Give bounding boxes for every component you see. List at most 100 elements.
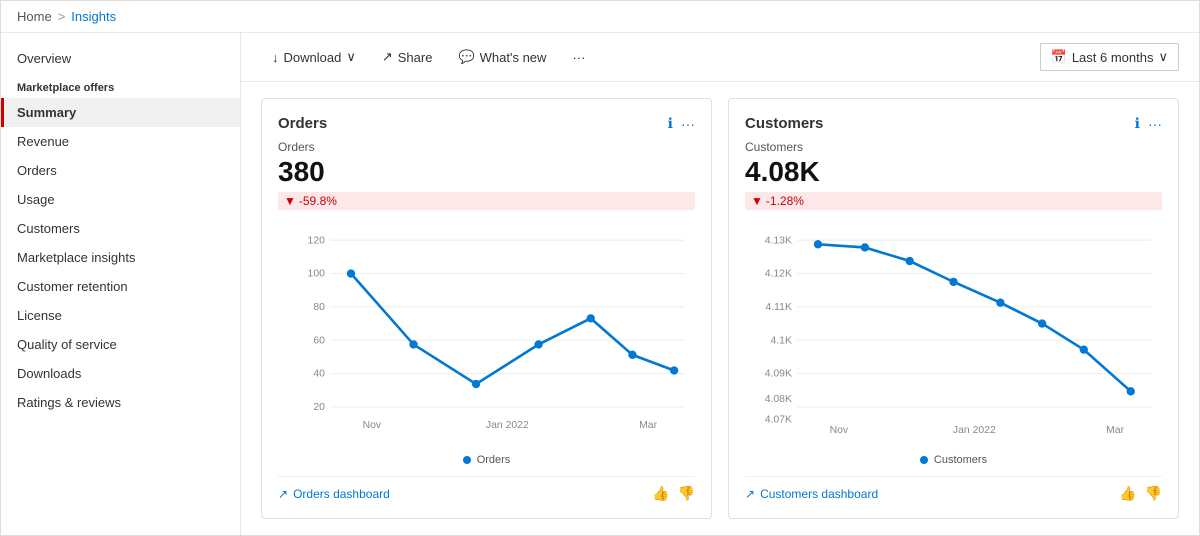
svg-text:100: 100 xyxy=(308,269,326,280)
customers-change-icon: ▼ xyxy=(751,194,763,208)
orders-info-button[interactable]: ℹ xyxy=(668,115,673,132)
whats-new-label: What's new xyxy=(480,50,547,65)
chevron-down-icon: ∨ xyxy=(346,49,356,65)
date-range-chevron-icon: ∨ xyxy=(1158,49,1168,65)
share-icon: ↗ xyxy=(382,49,393,65)
customers-change-value: -1.28% xyxy=(766,194,804,208)
svg-text:4.09K: 4.09K xyxy=(765,369,792,380)
svg-text:4.13K: 4.13K xyxy=(765,235,792,246)
svg-text:4.1K: 4.1K xyxy=(770,335,791,346)
sidebar-section-label: Marketplace offers xyxy=(1,72,240,98)
more-icon: ··· xyxy=(572,50,585,65)
customers-metric-value: 4.08K xyxy=(745,156,1162,188)
orders-trend-icon: ↗ xyxy=(278,487,288,501)
customers-card-actions: ℹ ··· xyxy=(1135,115,1162,132)
customers-card: Customers ℹ ··· Customers 4.08K ▼ -1.28% xyxy=(728,98,1179,519)
download-button[interactable]: ↓ Download ∨ xyxy=(261,43,367,71)
customers-metric-change: ▼ -1.28% xyxy=(745,192,1162,210)
orders-card: Orders ℹ ··· Orders 380 ▼ -59.8% xyxy=(261,98,712,519)
orders-metric-value: 380 xyxy=(278,156,695,188)
calendar-icon: 📅 xyxy=(1051,49,1067,65)
sidebar: Overview Marketplace offers Summary Reve… xyxy=(1,33,241,535)
svg-text:4.11K: 4.11K xyxy=(765,302,791,313)
cards-container: Orders ℹ ··· Orders 380 ▼ -59.8% xyxy=(241,82,1199,535)
share-button[interactable]: ↗ Share xyxy=(371,43,444,71)
sidebar-item-customers[interactable]: Customers xyxy=(1,214,240,243)
sidebar-item-orders[interactable]: Orders xyxy=(1,156,240,185)
customers-legend: Customers xyxy=(745,454,1162,466)
breadcrumb: Home > Insights xyxy=(1,1,1199,33)
orders-metric-change: ▼ -59.8% xyxy=(278,192,695,210)
date-range-button[interactable]: 📅 Last 6 months ∨ xyxy=(1040,43,1179,71)
customers-card-header: Customers ℹ ··· xyxy=(745,115,1162,132)
sidebar-item-ratings-reviews[interactable]: Ratings & reviews xyxy=(1,388,240,417)
customers-trend-icon: ↗ xyxy=(745,487,755,501)
customers-legend-dot xyxy=(920,456,928,464)
toolbar: ↓ Download ∨ ↗ Share 💬 What's new ··· xyxy=(241,33,1199,82)
svg-text:4.12K: 4.12K xyxy=(765,269,792,280)
breadcrumb-home[interactable]: Home xyxy=(17,9,52,24)
svg-text:40: 40 xyxy=(313,369,325,380)
breadcrumb-separator: > xyxy=(58,9,66,24)
sidebar-item-summary[interactable]: Summary xyxy=(1,98,240,127)
customers-card-footer: ↗ Customers dashboard 👍 👎 xyxy=(745,476,1162,502)
sidebar-item-customer-retention[interactable]: Customer retention xyxy=(1,272,240,301)
svg-text:80: 80 xyxy=(313,302,325,313)
sidebar-item-usage[interactable]: Usage xyxy=(1,185,240,214)
breadcrumb-current: Insights xyxy=(71,9,116,24)
customers-thumbdown-button[interactable]: 👎 xyxy=(1145,485,1162,502)
more-button[interactable]: ··· xyxy=(561,44,596,71)
sidebar-item-quality-of-service[interactable]: Quality of service xyxy=(1,330,240,359)
orders-chart: 120 100 80 60 40 20 xyxy=(278,218,695,450)
orders-thumbup-button[interactable]: 👍 xyxy=(652,485,669,502)
customers-chart-svg: 4.13K 4.12K 4.11K 4.1K 4.09K 4.08K 4.07K xyxy=(745,218,1162,450)
customers-legend-label: Customers xyxy=(934,454,987,466)
customers-card-title: Customers xyxy=(745,115,823,132)
whats-new-icon: 💬 xyxy=(458,49,474,65)
orders-change-value: -59.8% xyxy=(299,194,337,208)
customers-chart: 4.13K 4.12K 4.11K 4.1K 4.09K 4.08K 4.07K xyxy=(745,218,1162,450)
customers-dashboard-link[interactable]: ↗ Customers dashboard xyxy=(745,487,878,501)
share-label: Share xyxy=(398,50,433,65)
sidebar-item-overview[interactable]: Overview xyxy=(1,45,240,72)
orders-legend: Orders xyxy=(278,454,695,466)
orders-feedback-btns: 👍 👎 xyxy=(652,485,695,502)
customers-info-button[interactable]: ℹ xyxy=(1135,115,1140,132)
date-range-label: Last 6 months xyxy=(1072,50,1154,65)
orders-dashboard-label: Orders dashboard xyxy=(293,487,390,501)
svg-text:Jan 2022: Jan 2022 xyxy=(953,425,996,436)
sidebar-item-license[interactable]: License xyxy=(1,301,240,330)
download-label: Download xyxy=(284,50,342,65)
svg-text:Jan 2022: Jan 2022 xyxy=(486,420,529,431)
orders-legend-dot xyxy=(463,456,471,464)
orders-more-button[interactable]: ··· xyxy=(681,116,695,132)
orders-change-icon: ▼ xyxy=(284,194,296,208)
orders-card-footer: ↗ Orders dashboard 👍 👎 xyxy=(278,476,695,502)
orders-metric-label: Orders xyxy=(278,140,695,154)
customers-thumbup-button[interactable]: 👍 xyxy=(1119,485,1136,502)
customers-metric-label: Customers xyxy=(745,140,1162,154)
svg-text:Mar: Mar xyxy=(639,420,657,431)
orders-card-title: Orders xyxy=(278,115,327,132)
orders-card-actions: ℹ ··· xyxy=(668,115,695,132)
orders-card-header: Orders ℹ ··· xyxy=(278,115,695,132)
orders-dashboard-link[interactable]: ↗ Orders dashboard xyxy=(278,487,390,501)
svg-text:20: 20 xyxy=(313,402,325,413)
content-area: ↓ Download ∨ ↗ Share 💬 What's new ··· xyxy=(241,33,1199,535)
orders-thumbdown-button[interactable]: 👎 xyxy=(678,485,695,502)
orders-legend-label: Orders xyxy=(477,454,511,466)
svg-text:4.07K: 4.07K xyxy=(765,415,792,426)
svg-text:Nov: Nov xyxy=(363,420,382,431)
sidebar-item-downloads[interactable]: Downloads xyxy=(1,359,240,388)
download-icon: ↓ xyxy=(272,50,279,65)
sidebar-item-revenue[interactable]: Revenue xyxy=(1,127,240,156)
customers-dashboard-label: Customers dashboard xyxy=(760,487,878,501)
svg-text:Nov: Nov xyxy=(830,425,849,436)
svg-text:120: 120 xyxy=(308,235,326,246)
customers-more-button[interactable]: ··· xyxy=(1148,116,1162,132)
sidebar-item-marketplace-insights[interactable]: Marketplace insights xyxy=(1,243,240,272)
svg-text:60: 60 xyxy=(313,335,325,346)
customers-feedback-btns: 👍 👎 xyxy=(1119,485,1162,502)
whats-new-button[interactable]: 💬 What's new xyxy=(447,43,557,71)
svg-text:4.08K: 4.08K xyxy=(765,394,792,405)
